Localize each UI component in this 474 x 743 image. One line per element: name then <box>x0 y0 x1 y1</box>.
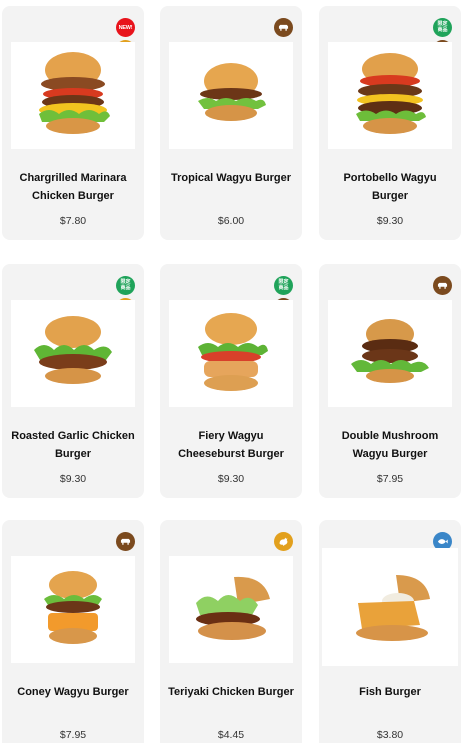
burger-image <box>198 312 268 391</box>
new-icon: NEW! <box>116 18 135 37</box>
badge-group <box>116 532 135 551</box>
product-name-line-2: Wagyu Burger <box>352 448 428 460</box>
product-name[interactable]: Fish Burger <box>325 683 455 701</box>
limited-badge-label: 限定商品 <box>120 279 131 291</box>
product-name-line-1: Fiery Wagyu <box>198 430 264 442</box>
burger-image <box>34 315 112 384</box>
badge-group <box>274 532 293 551</box>
product-name[interactable]: Tropical Wagyu Burger <box>166 169 296 187</box>
product-price: $9.30 <box>376 215 404 227</box>
chicken-icon <box>274 532 293 551</box>
product-card-chargrilled-marinara-chicken-burger[interactable]: NEW! Chargrilled Marinara Chicken Burger… <box>2 6 144 240</box>
product-name[interactable]: Chargrilled Marinara Chicken Burger <box>8 169 138 205</box>
product-card-tropical-wagyu-burger[interactable]: Tropical Wagyu Burger $6.00 <box>160 6 302 240</box>
burger-photo[interactable] <box>169 556 293 663</box>
burger-image <box>196 576 270 640</box>
product-price: $7.95 <box>376 473 404 485</box>
burger-photo[interactable] <box>169 300 293 407</box>
burger-photo[interactable] <box>328 300 452 407</box>
product-name-line-1: Roasted Garlic Chicken <box>11 430 135 442</box>
product-grid: NEW! Chargrilled Marinara Chicken Burger… <box>0 0 474 743</box>
limited-badge-label: 限定商品 <box>437 21 448 33</box>
product-card-fish-burger[interactable]: Fish Burger $3.80 <box>319 520 461 743</box>
product-card-coney-wagyu-burger[interactable]: Coney Wagyu Burger $7.95 <box>2 520 144 743</box>
limited-icon: 限定商品 <box>274 276 293 295</box>
product-name[interactable]: Portobello Wagyu Burger <box>325 169 455 205</box>
badge-group <box>274 18 293 37</box>
burger-photo[interactable] <box>11 300 135 407</box>
burger-image <box>356 575 430 641</box>
product-name[interactable]: Roasted Garlic Chicken Burger <box>8 427 138 463</box>
product-card-roasted-garlic-chicken-burger[interactable]: 限定商品 Roasted Garlic Chicken Burger $9.30 <box>2 264 144 498</box>
product-name-line-1: Coney Wagyu Burger <box>17 686 129 698</box>
burger-image <box>356 52 426 134</box>
product-price: $3.80 <box>376 729 404 741</box>
product-name[interactable]: Coney Wagyu Burger <box>8 683 138 701</box>
burger-photo[interactable] <box>11 42 135 149</box>
product-name-line-2: Cheeseburst Burger <box>178 448 284 460</box>
burger-photo[interactable] <box>169 42 293 149</box>
badge-group <box>433 276 452 295</box>
product-name[interactable]: Teriyaki Chicken Burger <box>166 683 296 701</box>
product-name-line-1: Teriyaki Chicken Burger <box>168 686 294 698</box>
product-name-line-2: Burger <box>54 448 92 460</box>
burger-image <box>351 318 429 383</box>
product-card-teriyaki-chicken-burger[interactable]: Teriyaki Chicken Burger $4.45 <box>160 520 302 743</box>
beef-icon <box>433 276 452 295</box>
limited-icon: 限定商品 <box>116 276 135 295</box>
product-price: $9.30 <box>59 473 87 485</box>
product-name-line-2: Burger <box>371 190 409 202</box>
product-name-line-1: Tropical Wagyu Burger <box>170 172 291 184</box>
product-price: $7.95 <box>59 729 87 741</box>
burger-image <box>198 62 266 121</box>
product-name-line-1: Portobello Wagyu <box>343 172 437 184</box>
product-price: $7.80 <box>59 215 87 227</box>
product-card-double-mushroom-wagyu-burger[interactable]: Double Mushroom Wagyu Burger $7.95 <box>319 264 461 498</box>
product-name[interactable]: Double Mushroom Wagyu Burger <box>325 427 455 463</box>
limited-badge-label: 限定商品 <box>278 279 289 291</box>
beef-icon <box>274 18 293 37</box>
product-name-line-1: Double Mushroom <box>341 430 439 442</box>
burger-photo[interactable] <box>11 556 135 663</box>
limited-icon: 限定商品 <box>433 18 452 37</box>
product-card-portobello-wagyu-burger[interactable]: 限定商品 Portobello Wagyu Burger $9.30 <box>319 6 461 240</box>
burger-image <box>39 51 110 134</box>
new-badge-label: NEW! <box>118 24 133 31</box>
product-name[interactable]: Fiery Wagyu Cheeseburst Burger <box>166 427 296 463</box>
product-name-line-2: Chicken Burger <box>32 190 114 202</box>
burger-photo[interactable] <box>322 548 458 666</box>
product-price: $4.45 <box>217 729 245 741</box>
burger-photo[interactable] <box>328 42 452 149</box>
product-price: $6.00 <box>217 215 245 227</box>
burger-image <box>44 570 102 644</box>
product-name-line-1: Chargrilled Marinara <box>19 172 127 184</box>
beef-icon <box>116 532 135 551</box>
product-price: $9.30 <box>217 473 245 485</box>
product-name-line-1: Fish Burger <box>359 686 421 698</box>
product-card-fiery-wagyu-cheeseburst-burger[interactable]: 限定商品 Fiery Wagyu Cheeseburst Burger $9.3… <box>160 264 302 498</box>
